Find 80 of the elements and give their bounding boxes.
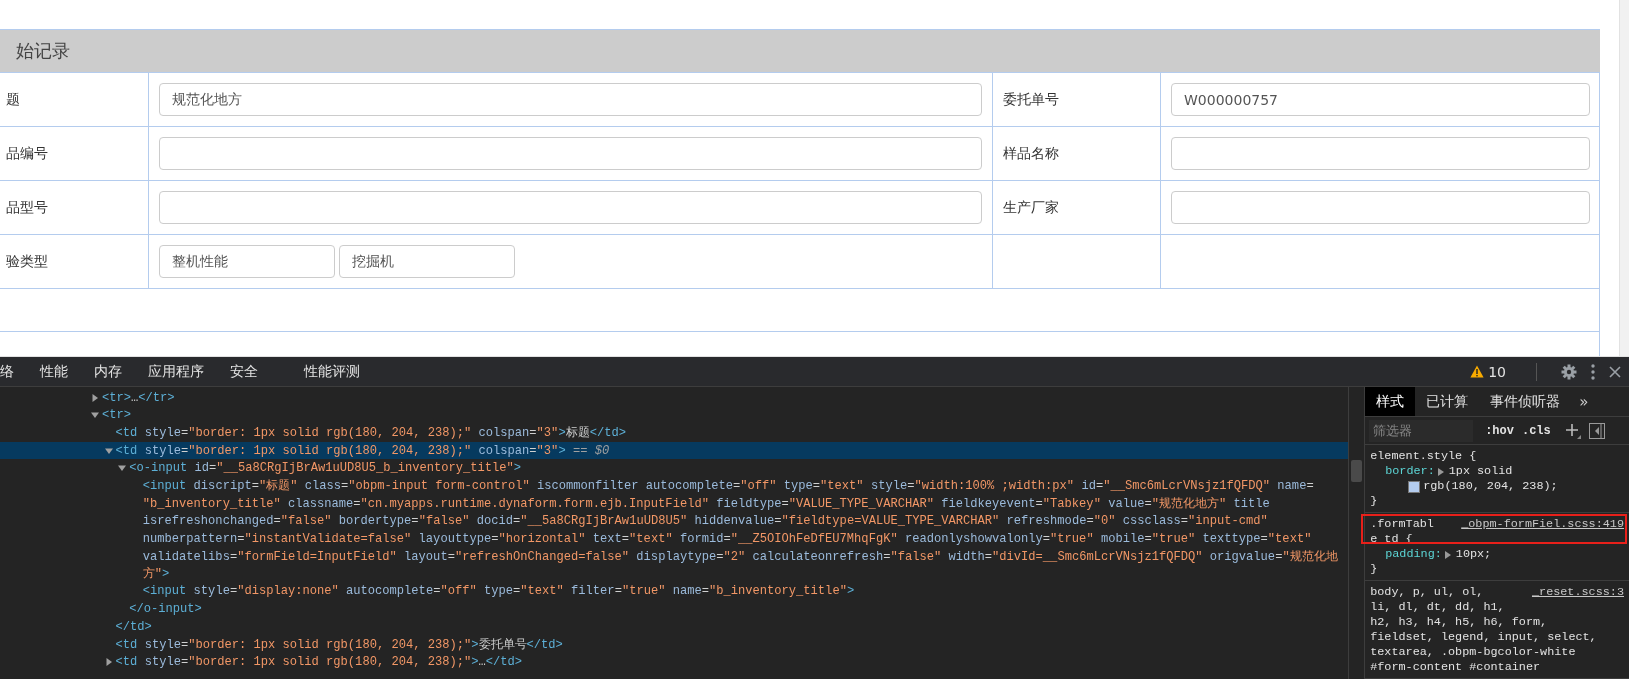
scrollbar-thumb[interactable] [1351,460,1363,482]
warning-icon [1470,365,1485,378]
code-line: "b_inventory_title" classname="cn.myapps.runtime.dynaform.form.ejb.InputField" fieldtype="VALUE_TYPE_VARCHAR" fieldkeyevent="Tabkey" value="规范化地方" title [142,495,1270,512]
css-selector: h2, h3, h4, h5, h6, form, [1370,615,1548,630]
more-tabs-button[interactable]: » [1571,387,1597,417]
color-swatch[interactable] [1408,480,1421,493]
field-label: 品型号 [6,198,48,217]
code-line: <input discript="标题" class="obpm-input form-control" iscommonfilter autocomplete="off" type="text" style="width:100% ;width:px" id="__Smc6mLcrVNsjz1fQFDQ" name= [142,478,1314,495]
caret-down-icon[interactable] [118,464,127,473]
css-value: 10px; [1455,547,1492,562]
styles-tab[interactable]: 样式 [1365,387,1416,417]
panel-tab[interactable]: 络 [0,356,27,387]
css-property: padding: [1385,547,1442,562]
selected-row[interactable]: <td style="border: 1px solid rgb(180, 204, 238);" colspan="3"> == $0 [0,441,1349,460]
css-selector: .formTabl [1370,517,1434,532]
field-label: 样品名称 [1003,144,1059,163]
text-field[interactable]: 规范化地方 [159,83,982,116]
code-line: numberpattern="instantValidate=false" layouttype="horizontal" text="text" formid="__Z5OIOhFeDfEU7MhqFgK" readonlyshowvalonly="true" mobile="true" texttype="text" [142,531,1312,546]
styles-tab[interactable]: 已计算 [1415,387,1480,417]
text-field[interactable] [1171,137,1590,170]
field-label: 生产厂家 [1003,198,1059,217]
text-field[interactable]: 整机性能 [159,245,335,278]
css-selector: textarea, .obpm-bgcolor-white [1370,645,1576,660]
closing-brace: } [1370,494,1379,509]
code-line: <td style="border: 1px solid rgb(180, 204, 238);" colspan="3">标题</td> [115,425,626,442]
text-field[interactable] [159,137,982,170]
css-selector: fieldset, legend, input, select, [1370,630,1597,645]
closing-brace: } [1370,562,1379,577]
code-line: </td> [115,619,152,634]
caret-down-icon[interactable] [91,411,99,420]
field-label: 验类型 [6,252,48,271]
panel-tab[interactable]: 性能 [27,356,81,387]
code-line: <tr> [102,408,132,423]
panel-tab[interactable]: 安全 [217,356,271,387]
css-property: border: [1385,464,1435,479]
caret-down-icon[interactable] [104,446,113,455]
sidebar-toggle-icon[interactable] [1588,422,1605,439]
styles-tab[interactable]: 事件侦听器 [1479,387,1572,417]
source-link[interactable]: _reset.scss:3 [1531,585,1624,600]
text-field[interactable]: W000000757 [1171,83,1590,116]
code-line: validatelibs="formField=InputField" layout="refreshOnChanged=false" displaytype="2" calculateonrefresh="false" width="divId=__Smc6mLcrVNsjz1fQFDQ" origvalue="规范化地 [142,548,1338,565]
section-title: 始记录 [15,39,70,63]
css-value: 1px solid [1448,464,1513,479]
text-field[interactable] [1171,191,1590,224]
css-value: rgb(180, 204, 238); [1423,479,1558,494]
caret-right-icon[interactable] [104,657,113,666]
css-selector: li, dl, dt, dd, h1, [1370,600,1505,615]
filter-field[interactable]: 筛选器 [1369,419,1474,442]
code-line: <tr>…</tr> [102,390,175,405]
code-line: <input style="display:none" autocomplete="off" type="text" filter="true" name="b_inventory_title"> [142,584,855,599]
caret-right-icon[interactable] [1444,550,1451,559]
css-selector: #form-content #container [1370,660,1541,675]
node-marker: == $0 [572,443,610,458]
panel-tab[interactable]: 性能评测 [291,356,373,387]
plus-icon[interactable] [1564,422,1581,439]
code-line: <o-input id="__5a8CRgIjBrAw1uUD8U5_b_inventory_title"> [129,461,522,476]
caret-right-icon[interactable] [1437,467,1444,476]
css-selector: body, p, ul, ol, [1370,585,1484,600]
source-link[interactable]: _obpm-formFiel.scss:419 [1461,517,1624,532]
text-field[interactable] [159,191,982,224]
more-options-icon[interactable] [1591,363,1595,380]
panel-tab[interactable]: 内存 [81,356,135,387]
close-icon[interactable] [1609,365,1621,378]
code-line: <td style="border: 1px solid rgb(180, 204, 238);" colspan="3"> [115,443,566,458]
field-label: 委托单号 [1003,90,1059,109]
field-label: 题 [6,90,20,109]
warning-count[interactable]: 10 [1488,363,1512,380]
code-line: <td style="border: 1px solid rgb(180, 204, 238);">委托单号</td> [115,636,563,653]
hover-state-button[interactable]: :hov [1485,423,1514,438]
settings-icon[interactable] [1561,363,1577,380]
css-selector: element.style { [1370,449,1477,464]
field-label: 品编号 [6,144,48,163]
panel-tab[interactable]: 应用程序 [135,356,217,387]
code-line: </o-input> [129,601,202,616]
code-line: <td style="border: 1px solid rgb(180, 204, 238);">…</td> [115,654,523,669]
code-line: isrefreshonchanged="false" bordertype="false" docid="__5a8CRgIjBrAw1uUD8U5" hiddenvalue="fieldtype=VALUE_TYPE_VARCHAR" refreshmode="0" cssclass="input-cmd" [142,513,1268,528]
text-field[interactable]: 挖掘机 [339,245,515,278]
code-line: 方"> [142,566,170,583]
caret-right-icon[interactable] [91,393,99,402]
class-toggle-button[interactable]: .cls [1521,423,1551,438]
